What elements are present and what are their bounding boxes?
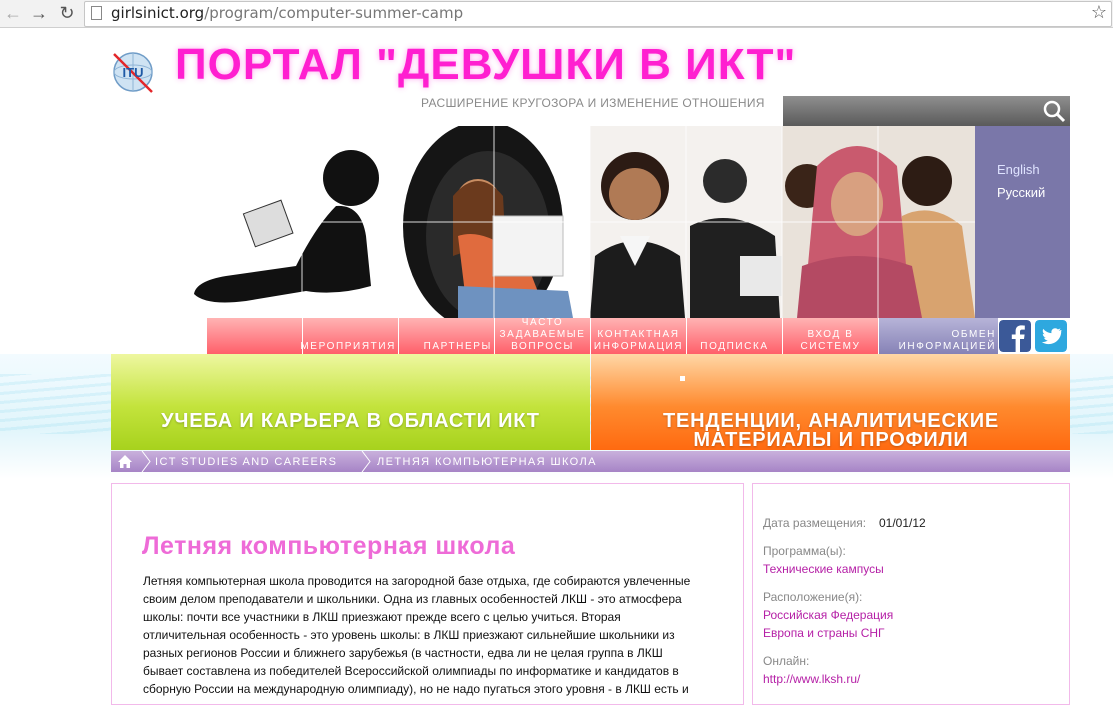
article-line: отличительная особенность - это уровень … <box>143 628 675 642</box>
search-icon[interactable] <box>1042 99 1066 123</box>
site-title: ПОРТАЛ "ДЕВУШКИ В ИКТ" <box>175 40 797 89</box>
article-line: школы: почти все участники в ЛКШ приезжа… <box>143 610 621 624</box>
main-menu: МЕРОПРИЯТИЯ ПАРТНЕРЫ ЧАСТО ЗАДАВАЕМЫЕ ВО… <box>207 317 999 354</box>
facebook-icon[interactable] <box>999 320 1031 352</box>
language-panel: English Русский <box>975 126 1070 318</box>
location-link-russia[interactable]: Российская Федерация <box>763 608 893 622</box>
category-trends-title: ТЕНДЕНЦИИ, АНАЛИТИЧЕСКИЕ МАТЕРИАЛЫ И ПРО… <box>662 410 1000 451</box>
lang-russian[interactable]: Русский <box>997 185 1045 200</box>
menu-item-home[interactable] <box>207 318 303 354</box>
category-ict-studies-title: УЧЕБА И КАРЬЕРА В ОБЛАСТИ ИКТ <box>161 410 540 432</box>
category-ict-studies[interactable]: УЧЕБА И КАРЬЕРА В ОБЛАСТИ ИКТ <box>111 354 590 450</box>
browser-toolbar: ← → ↻ girlsinict.org/program/computer-su… <box>0 0 1113 28</box>
menu-item-events[interactable]: МЕРОПРИЯТИЯ <box>300 318 399 354</box>
back-icon[interactable]: ← <box>2 2 24 24</box>
url-text: girlsinict.org/program/computer-summer-c… <box>111 4 464 22</box>
bookmark-star-icon[interactable]: ☆ <box>1091 2 1107 23</box>
forward-icon[interactable]: → <box>28 2 50 24</box>
breadcrumb-separator-icon <box>141 451 151 472</box>
online-link[interactable]: http://www.lksh.ru/ <box>763 672 860 686</box>
page-icon <box>91 6 102 20</box>
article-line: Летняя компьютерная школа проводится на … <box>143 574 691 588</box>
online-label: Онлайн: <box>763 654 810 668</box>
twitter-icon[interactable] <box>1035 320 1067 352</box>
search-input[interactable] <box>787 100 1041 122</box>
posted-date-label: Дата размещения: <box>763 516 867 530</box>
menu-item-contact[interactable]: КОНТАКТНАЯ ИНФОРМАЦИЯ <box>591 318 687 354</box>
article-body: Летняя компьютерная школа проводится на … <box>143 572 713 698</box>
home-icon[interactable] <box>117 454 133 469</box>
breadcrumb: ICT STUDIES AND CAREERS ЛЕТНЯЯ КОМПЬЮТЕР… <box>111 451 1070 472</box>
lang-english[interactable]: English <box>997 162 1040 177</box>
address-bar[interactable]: girlsinict.org/program/computer-summer-c… <box>84 1 1112 27</box>
menu-item-share[interactable]: ОБМЕН ИНФОРМАЦИЕЙ <box>879 318 999 354</box>
location-link-europe-cis[interactable]: Европа и страны СНГ <box>763 626 885 640</box>
program-link[interactable]: Технические кампусы <box>763 562 884 576</box>
location-label: Расположение(я): <box>763 590 863 604</box>
photo-grid-lines <box>301 126 975 318</box>
svg-text:ITU: ITU <box>123 65 144 80</box>
header-banner <box>186 126 1070 318</box>
menu-item-login[interactable]: ВХОД В СИСТЕМУ <box>783 318 879 354</box>
article-line: разных регионов России и ближнего зарубе… <box>143 646 663 660</box>
menu-item-faq[interactable]: ЧАСТО ЗАДАВАЕМЫЕ ВОПРОСЫ <box>495 317 591 354</box>
article-line: своим делом преподаватели и школьники. О… <box>143 592 682 606</box>
category-trends-dot <box>680 376 685 381</box>
category-trends[interactable]: ТЕНДЕНЦИИ, АНАЛИТИЧЕСКИЕ МАТЕРИАЛЫ И ПРО… <box>591 354 1070 450</box>
menu-item-partners[interactable]: ПАРТНЕРЫ <box>399 318 495 354</box>
program-label: Программа(ы): <box>763 544 846 558</box>
posted-date-value: 01/01/12 <box>879 516 926 530</box>
reload-icon[interactable]: ↻ <box>56 2 78 24</box>
article-line: сборную России на международную олимпиад… <box>143 682 689 696</box>
itu-logo[interactable]: ITU <box>110 48 156 94</box>
article-line: бывает составлена из победителей Всеросс… <box>143 664 679 678</box>
article-title: Летняя компьютерная школа <box>142 532 516 560</box>
search-bar <box>783 96 1070 126</box>
breadcrumb-ict-studies[interactable]: ICT STUDIES AND CAREERS <box>155 456 337 468</box>
breadcrumb-separator-icon <box>361 451 371 472</box>
site-tagline: РАСШИРЕНИЕ КРУГОЗОРА И ИЗМЕНЕНИЕ ОТНОШЕН… <box>421 96 765 110</box>
breadcrumb-current: ЛЕТНЯЯ КОМПЬЮТЕРНАЯ ШКОЛА <box>377 456 597 468</box>
menu-item-subscribe[interactable]: ПОДПИСКА <box>687 318 783 354</box>
